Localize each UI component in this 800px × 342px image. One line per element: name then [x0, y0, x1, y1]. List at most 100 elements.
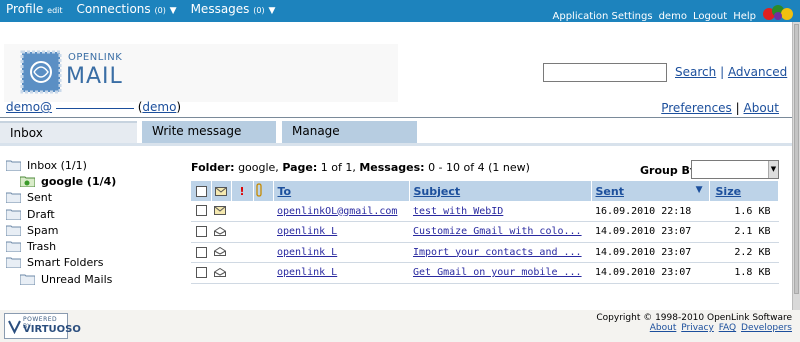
tabs-divider	[0, 117, 792, 118]
tab-inbox[interactable]: Inbox	[0, 121, 137, 143]
chevron-down-icon[interactable]: ▼	[268, 6, 275, 16]
messages-info-value: 0 - 10 of 4 (1 new)	[428, 161, 530, 174]
footer: POWERED BY VIRTUOSO Copyright © 1998-201…	[0, 310, 800, 342]
table-row[interactable]: openlink L Import your contacts and ... …	[191, 242, 779, 263]
messages-menu[interactable]: Messages (0) ▼	[191, 2, 276, 16]
row-size-cell: 2.1 KB	[709, 221, 779, 243]
connections-menu[interactable]: Connections (0) ▼	[77, 2, 177, 16]
row-status-cell	[211, 262, 231, 284]
logo-line1: OPENLINK	[68, 52, 123, 63]
table-row[interactable]: openlink L Get Gmail on your mobile ... …	[191, 262, 779, 284]
folder-open-icon	[20, 176, 35, 187]
envelope-read-icon	[214, 247, 226, 257]
row-subject-cell: Get Gmail on your mobile ...	[409, 262, 591, 284]
folder-icon	[6, 257, 21, 269]
sort-desc-icon[interactable]: ▼	[696, 185, 703, 195]
folder-tree: Inbox (1/1) google (1/4) Sent Draft Spam…	[6, 157, 116, 287]
envelope-read-icon	[214, 267, 226, 277]
read-status-header	[211, 181, 232, 201]
row-subject-link[interactable]: Customize Gmail with colo...	[413, 226, 582, 237]
search-link[interactable]: Search	[675, 65, 716, 79]
chevron-down-icon[interactable]: ▼	[768, 161, 778, 178]
folder-draft[interactable]: Draft	[6, 206, 116, 222]
folder-unread-mails[interactable]: Unread Mails	[6, 271, 116, 287]
group-by-label: Group By	[640, 164, 698, 177]
row-subject-cell: test with WebID	[409, 201, 591, 222]
logout-link[interactable]: Logout	[693, 11, 727, 22]
sort-by-subject-link[interactable]: Subject	[414, 185, 461, 198]
folder-inbox[interactable]: Inbox (1/1)	[6, 157, 116, 173]
row-priority-cell	[231, 201, 253, 222]
account-email-link[interactable]: demo@	[6, 100, 52, 114]
priority-header: !	[231, 181, 254, 201]
footer-developers-link[interactable]: Developers	[741, 323, 792, 333]
message-table: ! To Subject Sent ▼ Size openlinkOL@gmail…	[191, 181, 779, 284]
row-size-cell: 2.2 KB	[709, 242, 779, 263]
table-row[interactable]: openlink L Customize Gmail with colo... …	[191, 221, 779, 243]
row-select-cell	[191, 201, 211, 222]
help-link[interactable]: Help	[733, 11, 756, 22]
user-link[interactable]: demo	[659, 11, 687, 22]
attachment-header	[253, 181, 274, 201]
paren-close: )	[176, 100, 182, 114]
row-subject-link[interactable]: Get Gmail on your mobile ...	[413, 267, 582, 278]
row-to-cell: openlink L	[273, 221, 409, 243]
row-checkbox[interactable]	[196, 267, 207, 278]
row-priority-cell	[231, 221, 253, 243]
group-by-select[interactable]: ▼	[691, 160, 779, 179]
folder-label: Draft	[27, 207, 55, 221]
sort-by-size-link[interactable]: Size	[716, 185, 742, 198]
page-info-value: 1 of 1,	[320, 161, 356, 174]
folder-label: Sent	[27, 191, 53, 205]
folder-icon	[6, 192, 21, 204]
openlink-mail-logo: OPENLINK MAIL	[4, 44, 398, 102]
row-subject-link[interactable]: Import your contacts and ...	[413, 247, 582, 258]
vertical-scrollbar[interactable]	[792, 22, 800, 312]
folder-trash[interactable]: Trash	[6, 238, 116, 254]
row-checkbox[interactable]	[196, 226, 207, 237]
about-link[interactable]: About	[744, 101, 779, 115]
folder-google[interactable]: google (1/4)	[6, 173, 116, 189]
account-redacted	[55, 108, 134, 109]
sort-by-sent-link[interactable]: Sent	[596, 185, 624, 198]
virtuoso-logo-icon	[8, 320, 21, 334]
folder-icon	[6, 225, 21, 236]
application-settings-link[interactable]: Application Settings	[553, 11, 653, 22]
scrollbar-thumb[interactable]	[794, 24, 799, 294]
row-to-link[interactable]: openlink L	[277, 226, 337, 237]
row-checkbox[interactable]	[196, 246, 207, 258]
profile-edit-link[interactable]: edit	[47, 6, 62, 15]
table-row[interactable]: openlinkOL@gmail.com test with WebID 16.…	[191, 201, 779, 222]
footer-about-link[interactable]: About	[650, 323, 677, 333]
advanced-search-link[interactable]: Advanced	[728, 65, 787, 79]
envelope-icon	[214, 187, 227, 196]
search-input[interactable]	[543, 63, 667, 82]
row-checkbox[interactable]	[196, 205, 207, 217]
folder-icon	[6, 160, 21, 171]
preferences-link[interactable]: Preferences	[661, 101, 732, 115]
row-to-link[interactable]: openlinkOL@gmail.com	[277, 206, 397, 217]
folder-sent[interactable]: Sent	[6, 190, 116, 206]
profile-menu[interactable]: Profile edit	[6, 2, 63, 16]
folder-spam[interactable]: Spam	[6, 222, 116, 238]
powered-by-virtuoso-badge[interactable]: POWERED BY VIRTUOSO	[4, 313, 81, 339]
sort-by-to-link[interactable]: To	[278, 185, 292, 198]
page-info-label: Page:	[282, 161, 318, 174]
row-subject-link[interactable]: test with WebID	[413, 206, 503, 217]
folder-icon	[6, 209, 21, 220]
select-all-checkbox[interactable]	[196, 186, 207, 197]
row-to-link[interactable]: openlink L	[277, 247, 337, 258]
footer-privacy-link[interactable]: Privacy	[681, 323, 714, 333]
folder-icon	[6, 241, 21, 253]
row-size-cell: 1.8 KB	[709, 262, 779, 284]
folder-smart-folders[interactable]: Smart Folders	[6, 255, 116, 271]
chevron-down-icon[interactable]: ▼	[170, 6, 177, 16]
copyright-text: Copyright © 1998-2010 OpenLink Software	[596, 313, 792, 323]
row-to-link[interactable]: openlink L	[277, 267, 337, 278]
account-user-link[interactable]: demo	[142, 100, 176, 114]
envelope-read-icon	[214, 226, 226, 236]
tab-write-message[interactable]: Write message	[142, 121, 276, 143]
footer-faq-link[interactable]: FAQ	[719, 323, 736, 333]
tab-manage[interactable]: Manage	[282, 121, 417, 143]
row-sent-cell: 14.09.2010 23:07	[591, 221, 709, 243]
